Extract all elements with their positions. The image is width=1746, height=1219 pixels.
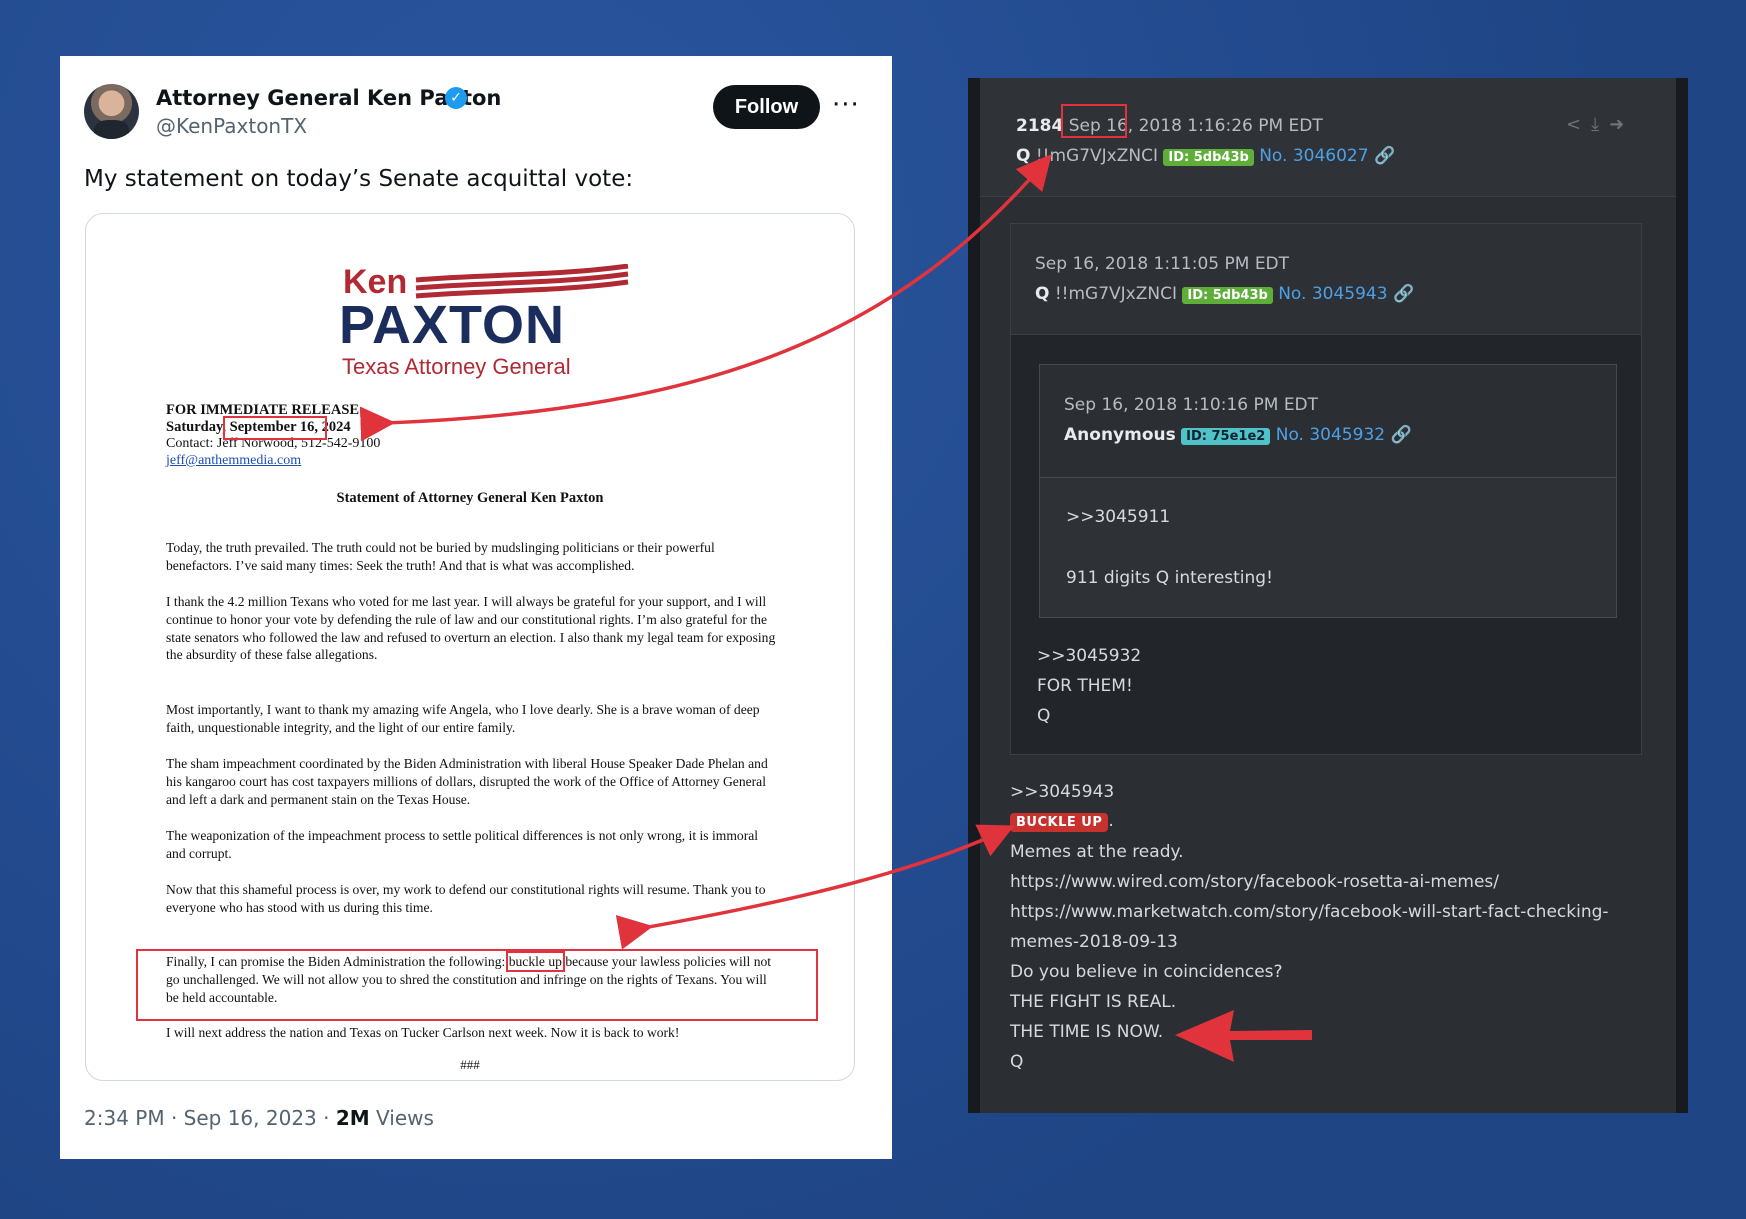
- release-day: Saturday,: [166, 419, 230, 435]
- release-email-link[interactable]: jeff@anthemmedia.com: [166, 453, 301, 469]
- logo-subtitle: Texas Attorney General: [342, 354, 571, 379]
- link-icon[interactable]: 🔗: [1388, 284, 1414, 304]
- reply2-author-line: Anonymous ID: 75e1e2 No. 3045932 🔗: [1064, 425, 1412, 445]
- reply1-date: Sep 16, 2018 1:11:05 PM EDT: [1035, 254, 1290, 274]
- q-post-panel: 2184 Sep 16, 2018 1:16:26 PM EDT Q !!mG7…: [968, 78, 1688, 1113]
- post-trip: !!mG7VJxZNCI: [1035, 146, 1158, 166]
- reply1-number-link[interactable]: No. 3045943: [1278, 284, 1387, 304]
- avatar[interactable]: [84, 84, 139, 139]
- end-mark: ###: [460, 1057, 480, 1072]
- tweet-time[interactable]: 2:34 PM · Sep 16, 2023 ·: [84, 1106, 336, 1130]
- body-tag-line: BUCKLE UP.: [1010, 811, 1114, 832]
- paragraph-highlight-box: [136, 949, 818, 1021]
- q-post-author-line: Q !!mG7VJxZNCI ID: 5db43b No. 3046027 🔗: [1016, 146, 1395, 166]
- more-options-icon[interactable]: ···: [832, 90, 860, 120]
- tweet-meta: 2:34 PM · Sep 16, 2023 · 2M Views: [84, 1106, 434, 1130]
- quoted-post-header: [1011, 224, 1641, 335]
- statement-title: Statement of Attorney General Ken Paxton: [336, 490, 604, 506]
- quoted-post-header: [1040, 365, 1616, 478]
- press-release-image[interactable]: Ken PAXTON Texas Attorney General FOR IM…: [85, 213, 855, 1081]
- paragraph-5: The weaponization of the impeachment pro…: [166, 828, 759, 861]
- quoted-post-3045943: Sep 16, 2018 1:11:05 PM EDT Q !!mG7VJxZN…: [1010, 223, 1642, 755]
- paragraph-1: Today, the truth prevailed. The truth co…: [166, 540, 715, 573]
- paragraph-2: I thank the 4.2 million Texans who voted…: [166, 594, 776, 663]
- reply1-author-line: Q !!mG7VJxZNCI ID: 5db43b No. 3045943 🔗: [1035, 284, 1414, 304]
- body-line-2: Do you believe in coincidences?: [1010, 962, 1283, 982]
- paragraph-4: The sham impeachment coordinated by the …: [166, 756, 768, 807]
- body-ref[interactable]: >>3045943: [1010, 782, 1114, 802]
- reply2-number-link[interactable]: No. 3045932: [1276, 425, 1385, 445]
- paragraph-8: I will next address the nation and Texas…: [166, 1025, 680, 1040]
- link-icon[interactable]: 🔗: [1385, 425, 1411, 445]
- body-link-marketwatch[interactable]: https://www.marketwatch.com/story/facebo…: [1010, 902, 1609, 922]
- body-link-wired[interactable]: https://www.wired.com/story/facebook-ros…: [1010, 872, 1499, 892]
- reply1-line-3: Q: [1037, 706, 1051, 726]
- post-number: 2184: [1016, 116, 1064, 136]
- reply1-trip: !!mG7VJxZNCI: [1054, 284, 1177, 304]
- post-author: Q: [1016, 146, 1031, 166]
- logo-paxton: PAXTON: [339, 295, 566, 355]
- reply2-text: 911 digits Q interesting!: [1066, 568, 1273, 588]
- post-id-tag: ID: 5db43b: [1163, 149, 1254, 166]
- reply1-line-2: FOR THEM!: [1037, 676, 1133, 696]
- body-sign: Q: [1010, 1052, 1024, 1072]
- q-date-highlight-box: [1061, 104, 1127, 138]
- body-link-marketwatch-cont[interactable]: memes-2018-09-13: [1010, 932, 1178, 952]
- reply1-author: Q: [1035, 284, 1050, 304]
- tweet-text: My statement on today’s Senate acquittal…: [84, 166, 634, 192]
- body-line-4: THE TIME IS NOW.: [1010, 1022, 1164, 1042]
- post-number-link[interactable]: No. 3046027: [1259, 146, 1368, 166]
- post-action-icons[interactable]: <⤓➜: [1566, 114, 1634, 135]
- reply2-author: Anonymous: [1064, 425, 1176, 445]
- reply1-id-tag: ID: 5db43b: [1182, 287, 1273, 304]
- date-highlight-box: [223, 416, 327, 440]
- reply2-ref[interactable]: >>3045911: [1066, 507, 1170, 527]
- tag-suffix: .: [1108, 811, 1114, 831]
- arrow-icon[interactable]: ➜: [1609, 114, 1634, 135]
- verified-badge-icon: ✓: [445, 87, 467, 109]
- reply2-id-tag: ID: 75e1e2: [1181, 428, 1271, 445]
- download-icon[interactable]: ⤓: [1591, 114, 1609, 135]
- reply1-line-1[interactable]: >>3045932: [1037, 646, 1141, 666]
- author-handle[interactable]: @KenPaxtonTX: [156, 114, 307, 138]
- link-icon[interactable]: 🔗: [1369, 146, 1395, 166]
- buckle-up-tag: BUCKLE UP: [1010, 813, 1109, 832]
- paragraph-6: Now that this shameful process is over, …: [166, 882, 766, 915]
- follow-button[interactable]: Follow: [713, 85, 820, 129]
- body-line-3: THE FIGHT IS REAL.: [1010, 992, 1177, 1012]
- paragraph-3: Most importantly, I want to thank my ama…: [166, 702, 760, 735]
- reply2-date: Sep 16, 2018 1:10:16 PM EDT: [1064, 395, 1319, 415]
- body-line-1: Memes at the ready.: [1010, 842, 1184, 862]
- share-icon[interactable]: <: [1566, 114, 1591, 135]
- tweet-card: Attorney General Ken Paxton ✓ @KenPaxton…: [60, 56, 892, 1159]
- views-count: 2M: [335, 1106, 370, 1130]
- views-label: Views: [369, 1106, 434, 1130]
- quoted-post-3045932: Sep 16, 2018 1:10:16 PM EDT Anonymous ID…: [1039, 364, 1617, 618]
